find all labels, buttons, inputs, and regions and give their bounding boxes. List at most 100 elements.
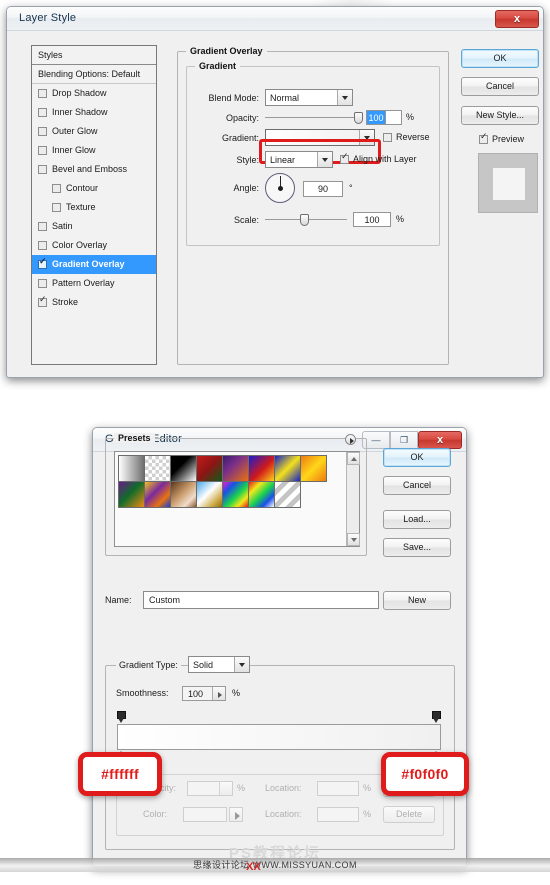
stop-location-input-2[interactable] (317, 807, 359, 822)
gradient-bar[interactable] (117, 724, 441, 750)
preset-swatch[interactable] (300, 455, 327, 482)
style-dropdown[interactable]: Linear (265, 151, 333, 168)
checkbox-reverse[interactable] (383, 133, 392, 142)
sidebar-item-bevel-and-emboss[interactable]: Bevel and Emboss (32, 160, 156, 179)
stop-color-swatch[interactable] (183, 807, 227, 822)
checkbox-inner-glow[interactable] (38, 146, 47, 155)
opacity-input[interactable]: 100 (366, 110, 386, 125)
cancel-button[interactable]: Cancel (461, 77, 539, 96)
scale-slider-thumb[interactable] (300, 214, 309, 226)
chevron-down-icon[interactable] (234, 657, 249, 672)
sidebar-item-texture[interactable]: Texture (32, 198, 156, 217)
opacity-input-spacer[interactable] (386, 110, 402, 125)
stop-location-input-1[interactable] (317, 781, 359, 796)
gradient-preview-dropdown[interactable] (265, 129, 375, 146)
checkbox-stroke[interactable] (38, 295, 47, 307)
name-input[interactable]: Custom (143, 591, 379, 609)
checkbox-preview[interactable] (479, 132, 488, 144)
save-button[interactable]: Save... (383, 538, 451, 557)
checkbox-align-with-layer[interactable] (340, 152, 349, 164)
opacity-slider-thumb[interactable] (354, 112, 363, 124)
sidebar-item-contour[interactable]: Contour (32, 179, 156, 198)
preset-swatch[interactable] (196, 455, 223, 482)
chevron-down-icon[interactable] (337, 90, 352, 105)
opacity-label: Opacity: (225, 113, 259, 123)
cancel-button[interactable]: Cancel (383, 476, 451, 495)
sidebar-item-inner-glow[interactable]: Inner Glow (32, 141, 156, 160)
opacity-unit: % (406, 112, 415, 122)
angle-dial[interactable] (265, 173, 295, 203)
sidebar-item-stroke[interactable]: Stroke (32, 293, 156, 312)
sidebar-item-gradient-overlay[interactable]: Gradient Overlay (32, 255, 156, 274)
checkbox-color-overlay[interactable] (38, 241, 47, 250)
chevron-down-icon[interactable] (359, 130, 374, 145)
preset-swatch[interactable] (144, 481, 171, 508)
color-dropdown-icon[interactable] (229, 807, 243, 822)
preset-swatch[interactable] (248, 455, 275, 482)
preview-swatch (493, 168, 525, 200)
stop-opacity-stepper-icon[interactable] (219, 782, 232, 795)
smoothness-stepper-icon[interactable] (212, 687, 225, 700)
sidebar-item-label: Drop Shadow (52, 88, 107, 98)
sidebar-item-outer-glow[interactable]: Outer Glow (32, 122, 156, 141)
opacity-slider-track[interactable] (265, 117, 361, 118)
stop-opacity-input[interactable] (187, 781, 233, 796)
sidebar-item-drop-shadow[interactable]: Drop Shadow (32, 84, 156, 103)
close-icon[interactable]: x (495, 10, 539, 28)
preset-swatch[interactable] (144, 455, 171, 482)
new-button[interactable]: New (383, 591, 451, 610)
preset-swatch[interactable] (274, 455, 301, 482)
new-style-button[interactable]: New Style... (461, 106, 539, 125)
preview-checkbox-row[interactable]: Preview (479, 132, 524, 144)
preset-swatch[interactable] (274, 481, 301, 508)
preset-swatch[interactable] (118, 481, 145, 508)
sidebar-item-satin[interactable]: Satin (32, 217, 156, 236)
checkbox-contour[interactable] (52, 184, 61, 193)
gradient-stop-top-left[interactable] (117, 711, 126, 724)
checkbox-gradient-overlay[interactable] (38, 257, 47, 269)
preset-swatch[interactable] (196, 481, 223, 508)
sidebar-item-pattern-overlay[interactable]: Pattern Overlay (32, 274, 156, 293)
preset-swatch[interactable] (248, 481, 275, 508)
smoothness-unit: % (232, 688, 241, 698)
preset-swatch[interactable] (170, 455, 197, 482)
scale-input[interactable]: 100 (353, 212, 391, 227)
layer-style-titlebar[interactable]: Layer Style x (7, 7, 543, 31)
ok-button[interactable]: OK (461, 49, 539, 68)
delete-color-stop-button[interactable]: Delete (383, 806, 435, 823)
angle-input[interactable]: 90 (303, 181, 343, 197)
watermark-mark: XX (246, 861, 261, 873)
gradient-stop-top-right[interactable] (432, 711, 441, 724)
scroll-up-icon[interactable] (347, 452, 360, 465)
checkbox-bevel-and-emboss[interactable] (38, 165, 47, 174)
preset-swatch[interactable] (118, 455, 145, 482)
chevron-down-icon[interactable] (317, 152, 332, 167)
sidebar-item-label: Satin (52, 221, 73, 231)
scroll-down-icon[interactable] (347, 533, 360, 546)
sidebar-item-label: Texture (66, 202, 96, 212)
checkbox-texture[interactable] (52, 203, 61, 212)
checkbox-satin[interactable] (38, 222, 47, 231)
blend-mode-dropdown[interactable]: Normal (265, 89, 353, 106)
checkbox-drop-shadow[interactable] (38, 89, 47, 98)
sidebar-item-blending-options[interactable]: Blending Options: Default (32, 65, 156, 84)
sidebar-item-label: Color Overlay (52, 240, 108, 250)
sidebar-item-inner-shadow[interactable]: Inner Shadow (32, 103, 156, 122)
preset-swatch[interactable] (222, 455, 249, 482)
checkbox-pattern-overlay[interactable] (38, 279, 47, 288)
checkbox-outer-glow[interactable] (38, 127, 47, 136)
sidebar-item-color-overlay[interactable]: Color Overlay (32, 236, 156, 255)
ok-button[interactable]: OK (383, 448, 451, 467)
presets-grid (118, 455, 343, 508)
presets-menu-icon[interactable] (345, 434, 356, 445)
gradient-group: Gradient Blend Mode: Normal Opacity: 100… (186, 61, 440, 246)
presets-scrollbar[interactable] (346, 452, 360, 546)
blend-mode-value: Normal (270, 93, 300, 103)
load-button[interactable]: Load... (383, 510, 451, 529)
annotation-right-hex: #f0f0f0 (381, 752, 469, 796)
smoothness-input[interactable]: 100 (182, 686, 226, 701)
checkbox-inner-shadow[interactable] (38, 108, 47, 117)
preset-swatch[interactable] (170, 481, 197, 508)
preset-swatch[interactable] (222, 481, 249, 508)
gradient-type-dropdown[interactable]: Solid (188, 656, 250, 673)
